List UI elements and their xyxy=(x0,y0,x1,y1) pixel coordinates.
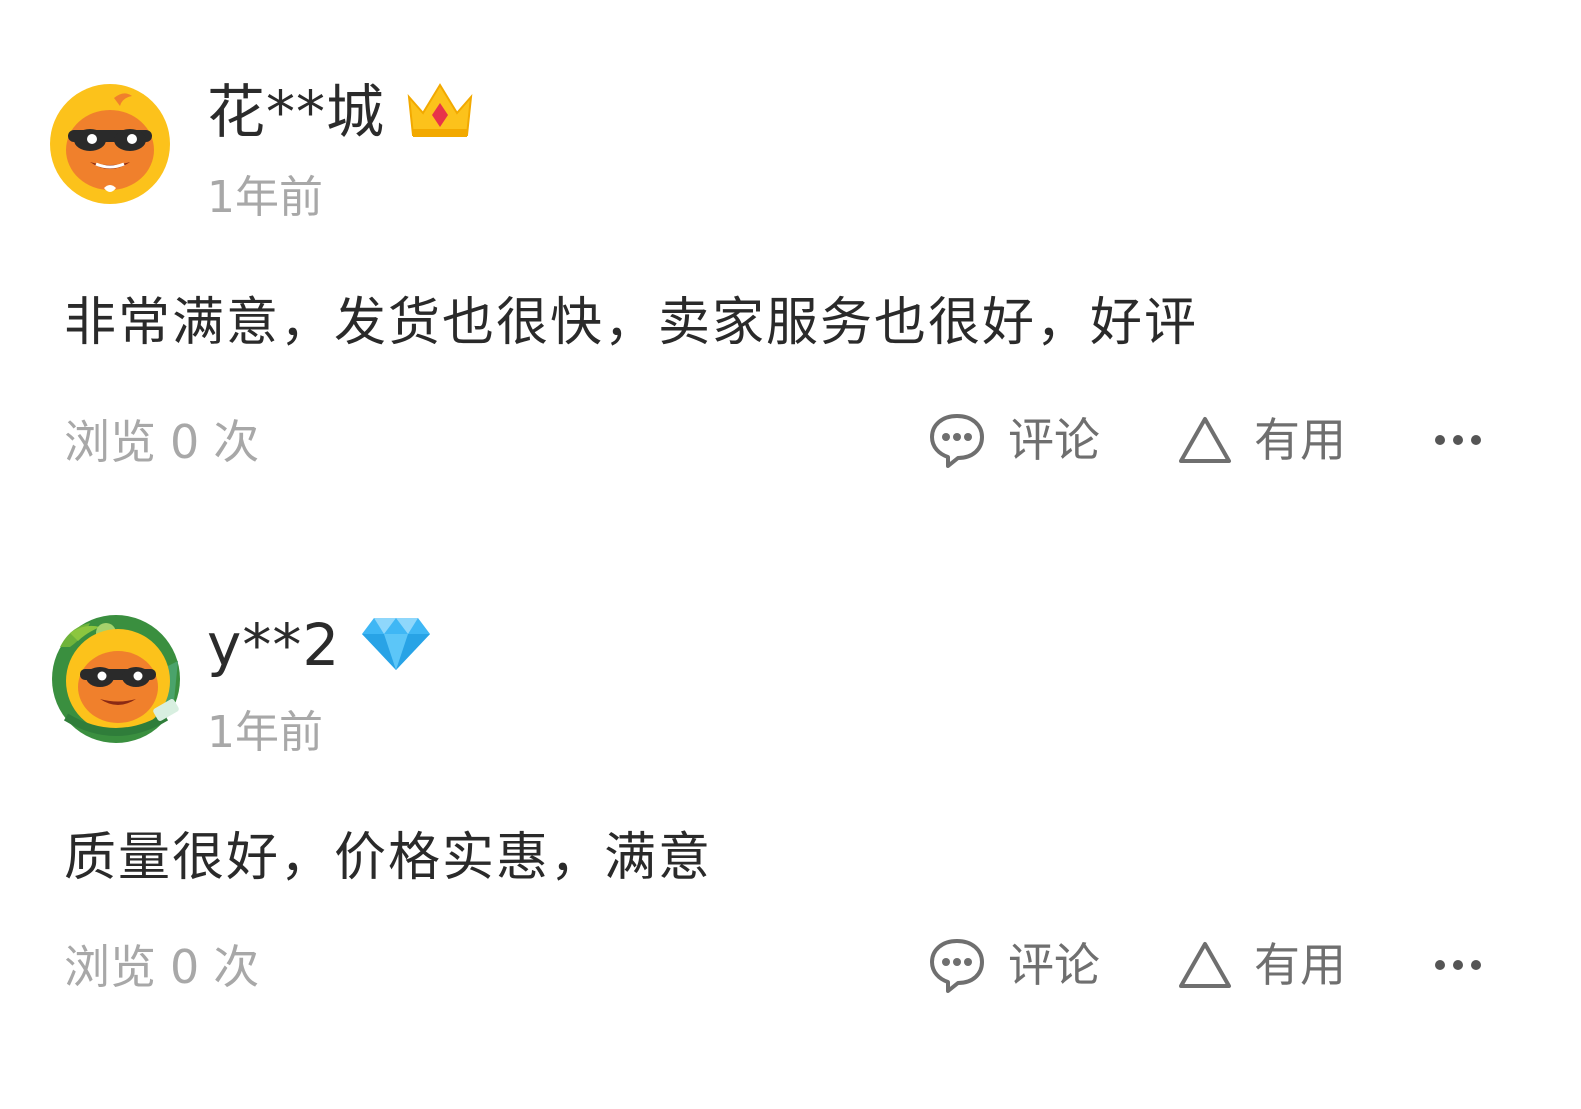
nickname: 花**城 xyxy=(207,78,386,146)
views-suffix: 次 xyxy=(213,415,260,469)
nickname-row: 花**城 xyxy=(207,72,475,152)
triangle-up-icon xyxy=(1179,417,1231,463)
diamond-icon xyxy=(360,614,432,676)
comment-icon xyxy=(930,414,984,468)
view-count: 浏览 0 次 xyxy=(64,937,259,997)
view-count: 浏览 0 次 xyxy=(64,412,259,472)
useful-button[interactable]: 有用 xyxy=(1178,410,1428,470)
review-item: y**2 1年前 质量很好，价格实惠，满意 浏览 0 次 评论 有用 xyxy=(0,585,1581,1109)
review-list: 花**城 1年前 非常满意，发货也很快，卖家服务也很好，好评 浏览 0 次 评论… xyxy=(0,0,1581,1109)
views-number: 0 xyxy=(170,415,200,469)
more-button[interactable] xyxy=(1428,433,1488,447)
review-content: 质量很好，价格实惠，满意 xyxy=(64,828,713,888)
comment-icon xyxy=(930,939,984,993)
mascot-avatar-icon xyxy=(50,84,170,204)
useful-button[interactable]: 有用 xyxy=(1178,935,1428,995)
comment-button[interactable]: 评论 xyxy=(928,410,1178,470)
views-suffix: 次 xyxy=(213,940,260,994)
avatar[interactable] xyxy=(46,607,180,743)
review-item: 花**城 1年前 非常满意，发货也很快，卖家服务也很好，好评 浏览 0 次 评论… xyxy=(0,0,1581,520)
avatar[interactable] xyxy=(46,80,174,208)
comment-button[interactable]: 评论 xyxy=(928,935,1178,995)
useful-label: 有用 xyxy=(1254,938,1346,992)
useful-label: 有用 xyxy=(1254,413,1346,467)
comment-label: 评论 xyxy=(1008,413,1100,467)
review-time: 1年前 xyxy=(207,707,323,758)
views-prefix: 浏览 xyxy=(64,415,156,469)
review-time: 1年前 xyxy=(207,172,323,223)
mascot-avatar-icon xyxy=(52,615,180,743)
more-dots-icon xyxy=(1435,960,1481,970)
more-button[interactable] xyxy=(1428,958,1488,972)
views-prefix: 浏览 xyxy=(64,940,156,994)
review-actions: 评论 有用 xyxy=(928,930,1488,1000)
comment-label: 评论 xyxy=(1008,938,1100,992)
crown-icon xyxy=(405,79,475,145)
review-actions: 评论 有用 xyxy=(928,405,1488,475)
nickname: y**2 xyxy=(207,611,341,679)
more-dots-icon xyxy=(1435,435,1481,445)
views-number: 0 xyxy=(170,940,200,994)
nickname-row: y**2 xyxy=(207,605,432,685)
review-content: 非常满意，发货也很快，卖家服务也很好，好评 xyxy=(64,293,1199,353)
triangle-up-icon xyxy=(1179,942,1231,988)
